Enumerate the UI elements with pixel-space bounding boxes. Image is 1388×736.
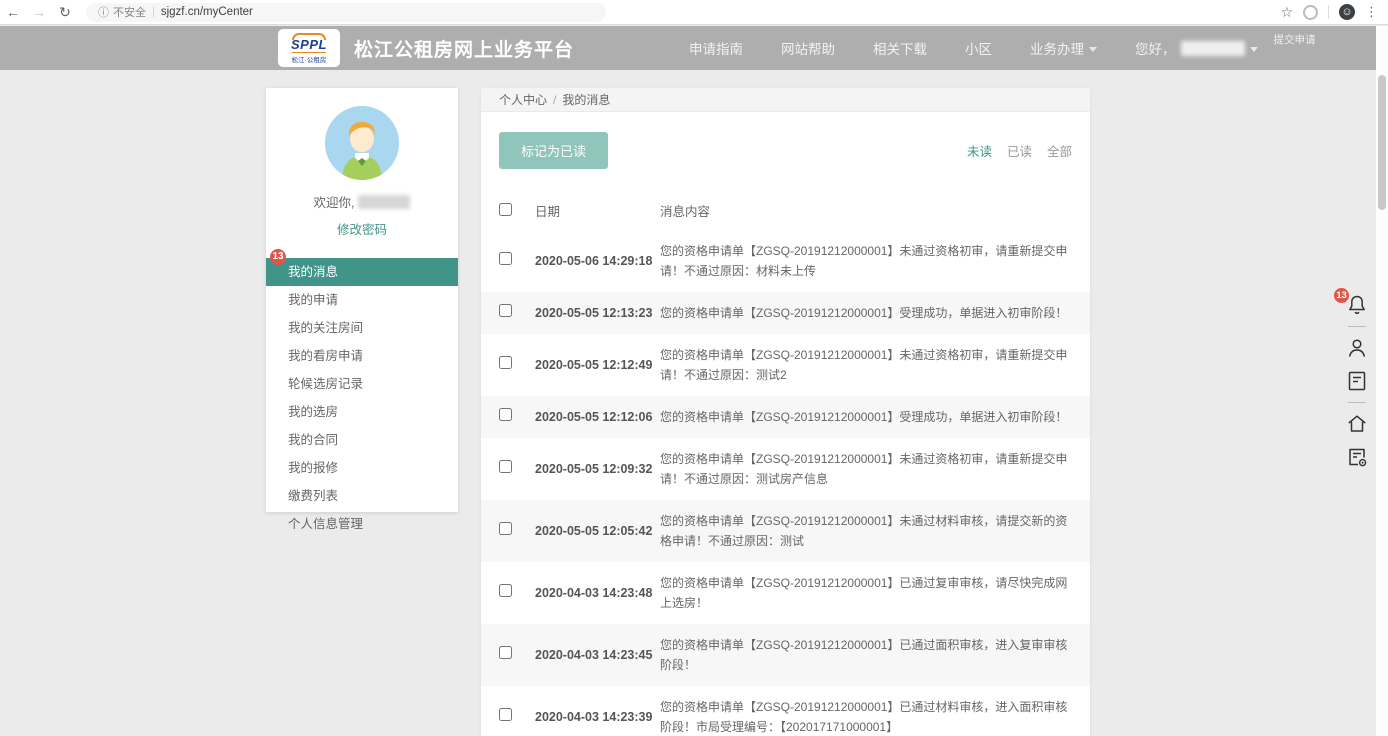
tab-read[interactable]: 已读 — [1007, 141, 1032, 160]
document-icon[interactable] — [1345, 369, 1369, 393]
bookmark-star-icon[interactable]: ☆ — [1280, 4, 1293, 21]
sidebar-item-my-room-selection[interactable]: 我的选房 — [266, 398, 458, 426]
column-header-message: 消息内容 — [660, 201, 1075, 220]
sidebar-item-my-repairs[interactable]: 我的报修 — [266, 454, 458, 482]
logo-text: SPPL — [291, 38, 327, 51]
tab-all[interactable]: 全部 — [1047, 141, 1072, 160]
table-row[interactable]: 2020-04-03 14:23:39 您的资格申请单【ZGSQ-2019121… — [481, 686, 1090, 736]
table-row[interactable]: 2020-05-05 12:09:32 您的资格申请单【ZGSQ-2019121… — [481, 438, 1090, 500]
sidebar-item-personal-info[interactable]: 个人信息管理 — [266, 510, 458, 538]
row-checkbox[interactable] — [499, 408, 512, 421]
tab-unread[interactable]: 未读 — [967, 141, 992, 160]
browser-menu-icon[interactable]: ⋮ — [1365, 4, 1378, 20]
chrome-separator — [1328, 5, 1329, 19]
row-checkbox[interactable] — [499, 646, 512, 659]
toolbar-divider — [1348, 326, 1366, 327]
nav-item-downloads[interactable]: 相关下载 — [873, 38, 927, 58]
nav-item-site-help[interactable]: 网站帮助 — [781, 38, 835, 58]
url-bar[interactable]: ⓘ 不安全 | sjgzf.cn/myCenter — [86, 3, 606, 22]
message-toolbar: 标记为已读 未读 已读 全部 — [481, 112, 1090, 169]
change-password-link[interactable]: 修改密码 — [266, 219, 458, 238]
security-label: 不安全 — [113, 4, 146, 20]
browser-back-icon[interactable]: ← — [0, 4, 26, 20]
table-row[interactable]: 2020-05-05 12:05:42 您的资格申请单【ZGSQ-2019121… — [481, 500, 1090, 562]
message-filter-tabs: 未读 已读 全部 — [967, 141, 1072, 160]
greeting-label: 您好， — [1135, 38, 1176, 58]
scrollbar-thumb[interactable] — [1378, 75, 1386, 210]
table-header-row: 日期 消息内容 — [481, 193, 1090, 230]
sidebar-item-my-messages[interactable]: 13 我的消息 — [266, 258, 458, 286]
row-checkbox[interactable] — [499, 522, 512, 535]
breadcrumb-separator: / — [553, 93, 556, 107]
page-scrollbar[interactable] — [1376, 26, 1388, 736]
row-checkbox[interactable] — [499, 252, 512, 265]
message-table: 日期 消息内容 2020-05-06 14:29:18 您的资格申请单【ZGSQ… — [481, 193, 1090, 736]
table-row[interactable]: 2020-04-03 14:23:45 您的资格申请单【ZGSQ-2019121… — [481, 624, 1090, 686]
sidebar-menu: 13 我的消息 我的申请 我的关注房间 我的看房申请 轮候选房记录 我的选房 我… — [266, 258, 458, 538]
bell-icon[interactable]: 13 — [1345, 293, 1369, 317]
row-checkbox[interactable] — [499, 708, 512, 721]
browser-forward-icon[interactable]: → — [26, 4, 52, 20]
avatar — [325, 106, 399, 180]
chevron-down-icon — [1089, 47, 1097, 52]
row-checkbox[interactable] — [499, 304, 512, 317]
sidebar-item-my-applications[interactable]: 我的申请 — [266, 286, 458, 314]
sidebar-item-waitlist-records[interactable]: 轮候选房记录 — [266, 370, 458, 398]
url-text[interactable]: sjgzf.cn/myCenter — [161, 6, 253, 18]
table-row[interactable]: 2020-05-05 12:12:49 您的资格申请单【ZGSQ-2019121… — [481, 334, 1090, 396]
main-nav: 申请指南 网站帮助 相关下载 小区 业务办理 — [689, 38, 1097, 58]
sidebar: 欢迎你, 修改密码 13 我的消息 我的申请 我的关注房间 我的看房申请 轮候选… — [266, 88, 458, 512]
url-divider: | — [152, 6, 155, 18]
mark-as-read-button[interactable]: 标记为已读 — [499, 132, 608, 169]
extension-icon[interactable] — [1303, 5, 1318, 20]
notification-count-badge: 13 — [1334, 288, 1349, 303]
select-all-checkbox[interactable] — [499, 203, 512, 216]
site-title: 松江公租房网上业务平台 — [354, 35, 574, 62]
main-panel: 个人中心 / 我的消息 标记为已读 未读 已读 全部 日期 消息内容 2020-… — [481, 88, 1090, 736]
breadcrumb-my-messages: 我的消息 — [562, 91, 610, 108]
nav-item-apply-guide[interactable]: 申请指南 — [689, 38, 743, 58]
browser-profile-icon[interactable]: ☺ — [1339, 4, 1355, 20]
row-checkbox[interactable] — [499, 460, 512, 473]
sidebar-item-my-followed-rooms[interactable]: 我的关注房间 — [266, 314, 458, 342]
browser-refresh-icon[interactable]: ↻ — [52, 4, 78, 21]
column-header-date: 日期 — [535, 201, 660, 220]
site-header: SPPL 松江·公租房 松江公租房网上业务平台 申请指南 网站帮助 相关下载 小… — [0, 26, 1376, 70]
breadcrumb: 个人中心 / 我的消息 — [481, 88, 1090, 112]
chevron-down-icon — [1250, 47, 1258, 52]
home-icon[interactable] — [1345, 412, 1369, 436]
floating-toolbar: 13 — [1344, 293, 1370, 469]
table-row[interactable]: 2020-05-05 12:12:06 您的资格申请单【ZGSQ-2019121… — [481, 396, 1090, 438]
info-icon[interactable]: ⓘ — [98, 4, 109, 20]
user-greeting[interactable]: 您好， — [1135, 38, 1258, 58]
person-icon[interactable] — [1345, 336, 1369, 360]
user-name-redacted — [358, 195, 410, 209]
sidebar-item-viewing-applications[interactable]: 我的看房申请 — [266, 342, 458, 370]
unread-count-badge: 13 — [270, 249, 286, 265]
toolbar-divider — [1348, 402, 1366, 403]
breadcrumb-personal-center[interactable]: 个人中心 — [499, 91, 547, 108]
table-row[interactable]: 2020-04-03 14:23:48 您的资格申请单【ZGSQ-2019121… — [481, 562, 1090, 624]
sidebar-item-my-contracts[interactable]: 我的合同 — [266, 426, 458, 454]
welcome-label: 欢迎你, — [314, 192, 355, 211]
site-logo[interactable]: SPPL 松江·公租房 — [278, 29, 340, 67]
row-checkbox[interactable] — [499, 356, 512, 369]
browser-address-bar: ← → ↻ ⓘ 不安全 | sjgzf.cn/myCenter ☆ ☺ ⋮ — [0, 0, 1388, 25]
table-row[interactable]: 2020-05-06 14:29:18 您的资格申请单【ZGSQ-2019121… — [481, 230, 1090, 292]
nav-item-business[interactable]: 业务办理 — [1030, 38, 1097, 58]
submit-application-link[interactable]: 提交申请 — [1274, 32, 1316, 47]
user-name-redacted — [1181, 41, 1245, 56]
row-checkbox[interactable] — [499, 584, 512, 597]
table-row[interactable]: 2020-05-05 12:13:23 您的资格申请单【ZGSQ-2019121… — [481, 292, 1090, 334]
logo-subtext: 松江·公租房 — [292, 52, 327, 64]
document-gear-icon[interactable] — [1345, 445, 1369, 469]
sidebar-item-payment-list[interactable]: 缴费列表 — [266, 482, 458, 510]
nav-item-community[interactable]: 小区 — [965, 38, 992, 58]
